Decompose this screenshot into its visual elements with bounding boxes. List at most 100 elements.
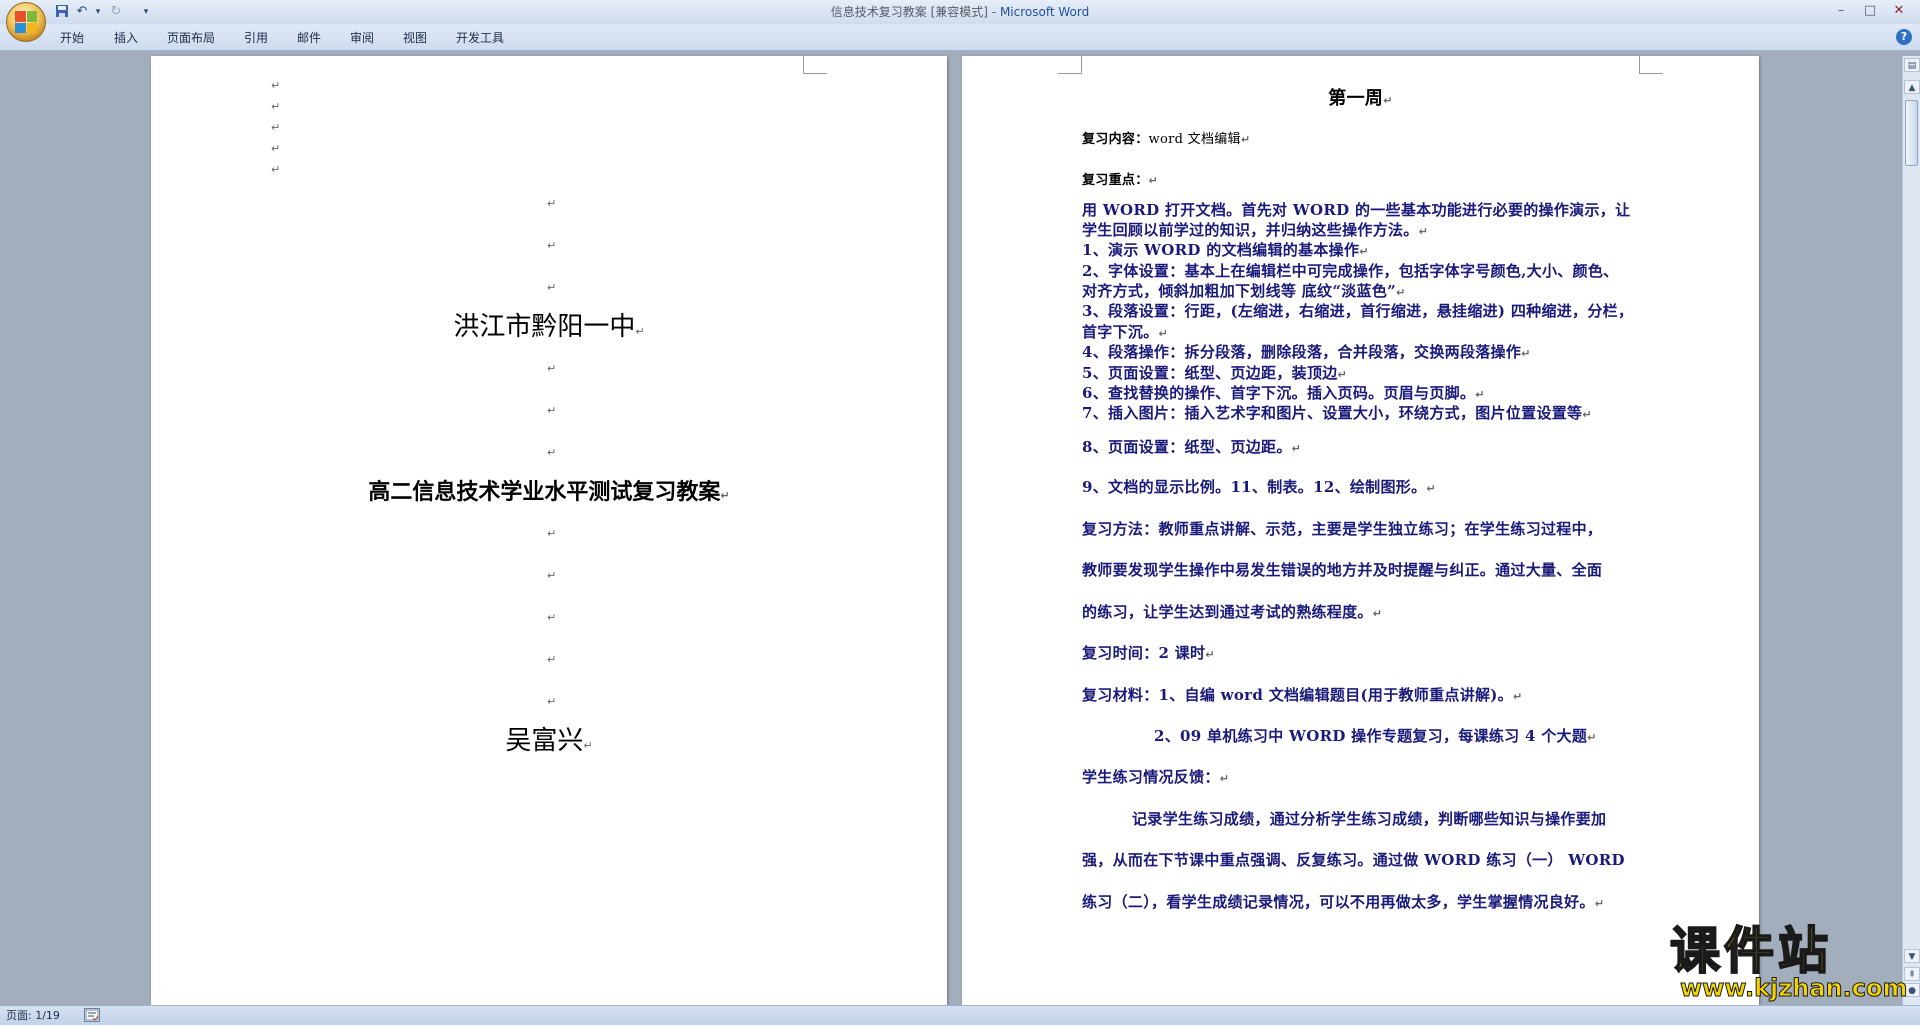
document-page-1: ↵ ↵ ↵ ↵ ↵ ↵ ↵ ↵ 洪江市黔阳一中↵ ↵ ↵ ↵ 高二信息技术学业水…: [151, 56, 947, 1005]
paragraph-mark: ↵: [271, 163, 281, 176]
scroll-thumb[interactable]: [1905, 100, 1918, 166]
paragraph-mark: ↵: [547, 527, 557, 540]
redo-icon[interactable]: ↻: [108, 4, 124, 20]
author-name: 吴富兴↵: [505, 726, 593, 756]
text-line-content: 7、插入图片：插入艺术字和图片、设置大小，环绕方式，图片位置设置等: [1082, 404, 1583, 422]
document-name: 信息技术复习教案 [兼容模式]: [830, 5, 988, 19]
ribbon-tabs: 开始 插入 页面布局 引用 邮件 审阅 视图 开发工具 ?: [0, 24, 1920, 51]
text-line: 首字下沉。↵: [1082, 323, 1169, 341]
tab-page-layout[interactable]: 页面布局: [167, 29, 215, 46]
text-line: 复习方法：教师重点讲解、示范，主要是学生独立练习；在学生练习过程中，: [1082, 518, 1602, 539]
help-icon[interactable]: ?: [1896, 29, 1912, 45]
crop-mark: [803, 56, 827, 74]
review-content-value: word 文档编辑: [1148, 132, 1241, 147]
text-line-content: 强，从而在下节课中重点强调、反复练习。通过做 WORD 练习（一） WORD: [1082, 851, 1625, 869]
tab-developer[interactable]: 开发工具: [456, 29, 504, 46]
undo-icon[interactable]: ↶: [74, 4, 90, 20]
text-line-content: 复习时间：2 课时: [1082, 644, 1206, 662]
text-line-content: 首字下沉。: [1082, 323, 1159, 341]
paragraph-mark: ↵: [547, 362, 557, 375]
text-line: 学生回顾以前学过的知识，并归纳这些操作方法。↵: [1082, 221, 1429, 239]
paragraph-mark: ↵: [271, 100, 281, 113]
review-focus-line: 复习重点：↵: [1082, 173, 1159, 188]
text-line: 6、查找替换的操作、首字下沉。插入页码。页眉与页脚。↵: [1082, 384, 1485, 402]
tab-insert[interactable]: 插入: [114, 29, 138, 46]
text-line: 记录学生练习成绩，通过分析学生练习成绩，判断哪些知识与操作要加: [1132, 808, 1606, 829]
text-line: 5、页面设置：纸型、页边距，装顶边↵: [1082, 364, 1348, 382]
review-content-line: 复习内容：word 文档编辑↵: [1082, 132, 1251, 147]
tab-home[interactable]: 开始: [60, 29, 84, 46]
site-watermark: 课件站 www.kjzhan.com: [1660, 921, 1908, 1005]
text-line: 学生练习情况反馈：↵: [1082, 768, 1230, 786]
review-focus-label: 复习重点：: [1082, 173, 1149, 188]
text-line: 4、段落操作：拆分段落，删除段落，合并段落，交换两段落操作↵: [1082, 343, 1531, 361]
app-name: Microsoft Word: [999, 5, 1090, 19]
maximize-icon[interactable]: □: [1859, 3, 1881, 19]
page-count[interactable]: 页面: 1/19: [6, 1007, 60, 1025]
text-line: 的练习，让学生达到通过考试的熟练程度。↵: [1082, 603, 1383, 621]
paragraph-mark: ↵: [271, 79, 281, 92]
text-line-content: 4、段落操作：拆分段落，删除段落，合并段落，交换两段落操作: [1082, 343, 1522, 361]
text-line: 用 WORD 打开文档。首先对 WORD 的一些基本功能进行必要的操作演示，让: [1082, 199, 1630, 220]
status-bar: 页面: 1/19: [0, 1005, 1920, 1025]
tab-review[interactable]: 审阅: [350, 29, 374, 46]
paragraph-mark: ↵: [271, 121, 281, 134]
title-bar: 信息技术复习教案 [兼容模式] - Microsoft Word ↶ ▾ ↻ ▾…: [0, 0, 1920, 24]
paragraph-mark: ↵: [547, 404, 557, 417]
text-line-content: 的练习，让学生达到通过考试的熟练程度。: [1082, 603, 1373, 621]
tab-view[interactable]: 视图: [403, 29, 427, 46]
text-line: 复习材料：1、自编 word 文档编辑题目(用于教师重点讲解)。↵: [1082, 686, 1523, 704]
watermark-brand: 课件站: [1669, 921, 1832, 981]
text-line-content: 8、页面设置：纸型、页边距。: [1082, 438, 1292, 456]
title-separator: -: [987, 5, 1000, 19]
paragraph-mark: ↵: [547, 653, 557, 666]
paragraph-mark: ↵: [547, 239, 557, 252]
text-line-content: 用 WORD 打开文档。首先对 WORD 的一些基本功能进行必要的操作演示，让: [1082, 201, 1631, 219]
text-line-content: 学生回顾以前学过的知识，并归纳这些操作方法。: [1082, 221, 1419, 239]
text-line-content: 复习材料：1、自编 word 文档编辑题目(用于教师重点讲解)。: [1082, 686, 1513, 704]
text-line-content: 对齐方式，倾斜加粗加下划线等 底纹“淡蓝色”: [1082, 282, 1397, 300]
minimize-icon[interactable]: –: [1830, 3, 1852, 19]
document-page-2: 第一周↵ 复习内容：word 文档编辑↵ 复习重点：↵ 用 WORD 打开文档。…: [962, 56, 1759, 1005]
text-line-content: 9、文档的显示比例。11、制表。12、绘制图形。: [1082, 478, 1427, 496]
tab-mailings[interactable]: 邮件: [297, 29, 321, 46]
save-icon[interactable]: [54, 4, 70, 20]
text-line: 复习时间：2 课时↵: [1082, 644, 1215, 662]
text-line: 练习（二），看学生成绩记录情况，可以不用再做太多，学生掌握情况良好。↵: [1082, 893, 1605, 911]
text-line: 2、09 单机练习中 WORD 操作专题复习，每课练习 4 个大题↵: [1154, 727, 1597, 745]
text-line: 强，从而在下节课中重点强调、反复练习。通过做 WORD 练习（一） WORD: [1082, 849, 1625, 870]
watermark-url: www.kjzhan.com: [1679, 974, 1908, 1003]
text-line-content: 2、09 单机练习中 WORD 操作专题复习，每课练习 4 个大题: [1154, 727, 1588, 745]
author-name-text: 吴富兴: [505, 726, 584, 756]
customize-qat-icon[interactable]: ▾: [138, 4, 154, 20]
text-line-content: 6、查找替换的操作、首字下沉。插入页码。页眉与页脚。: [1082, 384, 1476, 402]
text-line-content: 3、段落设置：行距，(左缩进，右缩进，首行缩进，悬挂缩进) 四种缩进，分栏，: [1082, 302, 1634, 320]
week-heading: 第一周↵: [1328, 88, 1393, 109]
text-line: 教师要发现学生操作中易发生错误的地方并及时提醒与纠正。通过大量、全面: [1082, 559, 1602, 580]
page-2-body: 第一周↵ 复习内容：word 文档编辑↵ 复习重点：↵ 用 WORD 打开文档。…: [962, 56, 1759, 1005]
office-logo: [15, 11, 37, 33]
text-line-content: 1、演示 WORD 的文档编辑的基本操作: [1082, 241, 1360, 259]
paragraph-mark: ↵: [547, 446, 557, 459]
text-line-content: 5、页面设置：纸型、页边距，装顶边: [1082, 364, 1338, 382]
text-line: 7、插入图片：插入艺术字和图片、设置大小，环绕方式，图片位置设置等↵: [1082, 404, 1592, 422]
paragraph-mark: ↵: [547, 695, 557, 708]
text-line-content: 教师要发现学生操作中易发生错误的地方并及时提醒与纠正。通过大量、全面: [1082, 561, 1603, 579]
window-title: 信息技术复习教案 [兼容模式] - Microsoft Word: [0, 0, 1920, 24]
scroll-down-icon[interactable]: ▼: [1904, 949, 1920, 963]
text-line: 对齐方式，倾斜加粗加下划线等 底纹“淡蓝色”↵: [1082, 282, 1406, 300]
document-title: 高二信息技术学业水平测试复习教案↵: [368, 479, 730, 505]
text-line: 1、演示 WORD 的文档编辑的基本操作↵: [1082, 241, 1369, 259]
close-icon[interactable]: ✕: [1888, 3, 1910, 19]
text-line-content: 学生练习情况反馈：: [1082, 768, 1220, 786]
text-line: 3、段落设置：行距，(左缩进，右缩进，首行缩进，悬挂缩进) 四种缩进，分栏，: [1082, 300, 1633, 321]
paragraph-mark: ↵: [271, 142, 281, 155]
tab-references[interactable]: 引用: [244, 29, 268, 46]
office-button-icon[interactable]: [6, 2, 46, 42]
scroll-up-icon[interactable]: ▲: [1904, 80, 1920, 94]
text-line: 2、字体设置：基本上在编辑栏中可完成操作，包括字体字号颜色,大小、颜色、: [1082, 260, 1618, 281]
undo-dropdown-icon[interactable]: ▾: [90, 4, 106, 20]
spell-check-icon[interactable]: [84, 1008, 100, 1022]
ruler-toggle-icon[interactable]: ▤: [1904, 58, 1920, 72]
vertical-scrollbar[interactable]: ▤ ▲ ▼ ⇞ ●: [1902, 56, 1920, 1005]
